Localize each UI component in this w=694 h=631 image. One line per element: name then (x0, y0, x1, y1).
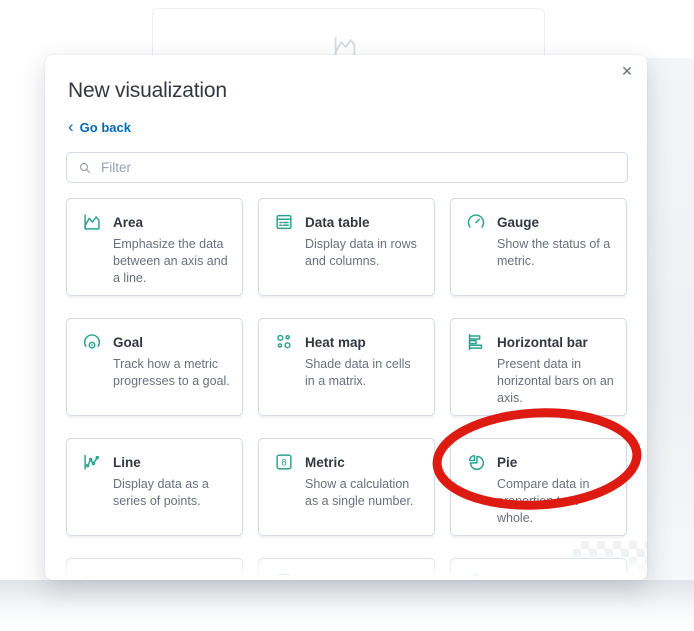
go-back-label: Go back (79, 120, 131, 135)
card-description: Track how a metric progresses to a goal. (113, 357, 230, 388)
pie-chart-icon (465, 451, 487, 473)
viz-card-data-table[interactable]: Data table Display data in rows and colu… (258, 198, 435, 296)
new-visualization-modal: ✕ New visualization ‹ Go back Area Empha… (45, 55, 647, 580)
vertical-bar-icon (465, 571, 487, 580)
visualization-grid: Area Emphasize the data between an axis … (66, 198, 647, 580)
metric-icon: 8 (273, 451, 295, 473)
card-title: Timelion (305, 575, 360, 581)
viz-card-area[interactable]: Area Emphasize the data between an axis … (66, 198, 243, 296)
viz-card-horizontal-bar[interactable]: Horizontal bar Present data in horizonta… (450, 318, 627, 416)
card-title: Goal (113, 334, 144, 350)
viz-card-metric[interactable]: 8 Metric Show a calculation as a single … (258, 438, 435, 536)
page-background-bottom (0, 580, 694, 631)
search-icon (77, 160, 93, 176)
data-table-icon (273, 211, 295, 233)
heat-map-icon (273, 331, 295, 353)
goal-icon (81, 331, 103, 353)
timelion-icon (273, 571, 295, 580)
chevron-left-icon: ‹ (68, 116, 74, 136)
card-title: Area (113, 214, 144, 230)
card-description: Display data in rows and columns. (305, 237, 417, 268)
viz-card-tag-cloud[interactable]: Tag cloud Display word frequency with fo… (66, 558, 243, 580)
close-icon[interactable]: ✕ (616, 60, 638, 82)
horizontal-bar-icon (465, 331, 487, 353)
gauge-icon (465, 211, 487, 233)
go-back-link[interactable]: ‹ Go back (68, 116, 131, 136)
card-description: Display data as a series of points. (113, 477, 209, 508)
viz-card-vertical-bar[interactable]: Vertical bar Present data in vertical ba… (450, 558, 627, 580)
card-title: Horizontal bar (497, 334, 588, 350)
page-background: ✕ New visualization ‹ Go back Area Empha… (0, 0, 694, 631)
card-title: Data table (305, 214, 370, 230)
viz-card-timelion[interactable]: Timelion Show time series data on a grap… (258, 558, 435, 580)
filter-field (66, 152, 628, 183)
card-title: Line (113, 454, 141, 470)
viz-card-pie[interactable]: Pie Compare data in proportion to a whol… (450, 438, 627, 536)
area-chart-icon (81, 211, 103, 233)
filter-input[interactable] (101, 160, 617, 175)
card-description: Show a calculation as a single number. (305, 477, 414, 508)
viz-card-goal[interactable]: Goal Track how a metric progresses to a … (66, 318, 243, 416)
card-title: Gauge (497, 214, 540, 230)
viz-card-gauge[interactable]: Gauge Show the status of a metric. (450, 198, 627, 296)
viz-card-line[interactable]: Line Display data as a series of points. (66, 438, 243, 536)
card-title: Heat map (305, 334, 366, 350)
card-description: Show the status of a metric. (497, 237, 611, 268)
card-title: Pie (497, 454, 518, 470)
card-title: Metric (305, 454, 345, 470)
tag-cloud-icon (81, 571, 103, 580)
card-description: Emphasize the data between an axis and a… (113, 237, 228, 285)
page-background-right (646, 58, 694, 631)
viz-card-heat-map[interactable]: Heat map Shade data in cells in a matrix… (258, 318, 435, 416)
card-description: Compare data in proportion to a whole. (497, 477, 590, 525)
line-chart-icon (81, 451, 103, 473)
card-title: Vertical bar (497, 575, 570, 581)
card-description: Present data in horizontal bars on an ax… (497, 357, 614, 405)
card-title: Tag cloud (113, 575, 176, 581)
card-description: Shade data in cells in a matrix. (305, 357, 411, 388)
modal-title: New visualization (68, 79, 227, 102)
svg-text:8: 8 (281, 458, 286, 468)
